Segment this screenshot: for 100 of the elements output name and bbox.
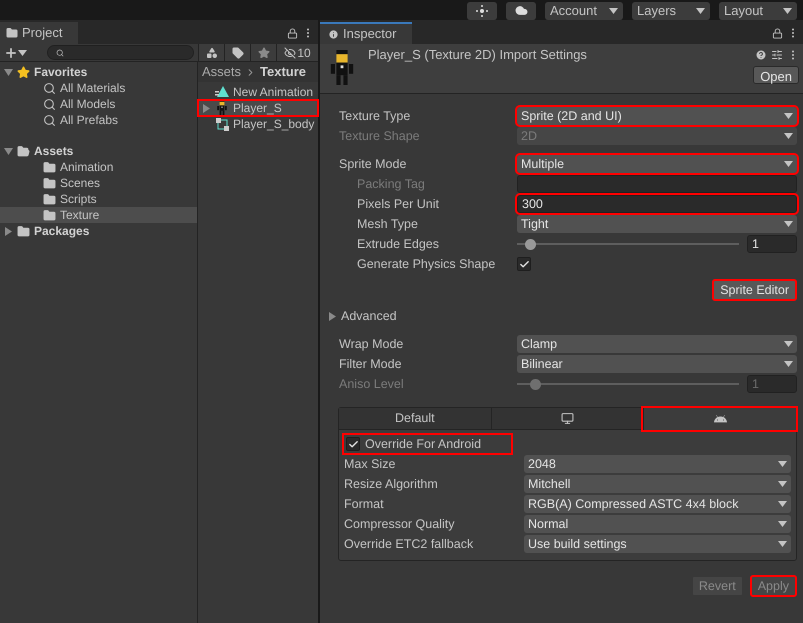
folder-icon (17, 144, 30, 158)
platform-tab[interactable] (490, 408, 644, 430)
tree-item[interactable]: Assets (0, 143, 197, 159)
monitor-icon (561, 412, 574, 425)
cloud-button[interactable] (506, 2, 536, 20)
open-button[interactable]: Open (753, 66, 799, 84)
dropdown[interactable]: Tight (517, 215, 797, 233)
asset-title: Player_S (Texture 2D) Import Settings (368, 46, 587, 64)
tree-item[interactable]: All Prefabs (0, 112, 197, 128)
field-label: Texture Shape (339, 128, 421, 145)
tree-item[interactable]: All Materials (0, 80, 197, 96)
dropdown[interactable]: Use build settings (524, 535, 791, 553)
search-icon (56, 48, 64, 56)
dropdown[interactable]: Normal (524, 515, 791, 533)
dropdown[interactable]: Clamp (517, 335, 797, 353)
caret-icon (784, 361, 793, 367)
dropdown[interactable]: Bilinear (517, 355, 797, 373)
field-label: Filter Mode (339, 356, 403, 373)
hidden-packages-button[interactable]: 10 (276, 44, 318, 61)
tree-item[interactable]: Texture (0, 207, 197, 223)
field-label: Wrap Mode (339, 336, 404, 353)
favorite-button[interactable] (250, 44, 276, 61)
help-icon[interactable] (755, 49, 767, 61)
folder-icon (6, 27, 18, 39)
tree-item[interactable]: Packages (0, 223, 197, 239)
toolbar-dropdown[interactable]: Layers (632, 2, 710, 20)
sprite-slice-icon (216, 118, 228, 130)
check-icon (348, 438, 358, 450)
asset-item[interactable]: Player_S_body (198, 116, 318, 132)
dropdown[interactable]: RGB(A) Compressed ASTC 4x4 block (524, 495, 791, 513)
asset-item[interactable]: Player_S (198, 100, 318, 116)
caret-icon (784, 133, 793, 139)
tree-item[interactable]: Scenes (0, 175, 197, 191)
field-label: Pixels Per Unit (357, 196, 440, 213)
toolbar-dropdown[interactable]: Account (545, 2, 623, 20)
folder-icon (43, 160, 56, 174)
breadcrumb-item[interactable]: Assets (202, 62, 242, 82)
field-label: Extrude Edges (357, 236, 440, 253)
tree-item[interactable]: Scripts (0, 191, 197, 207)
advanced-foldout[interactable]: Advanced (328, 306, 797, 326)
field-label: Override ETC2 fallback (344, 536, 474, 553)
platform-tab[interactable]: Default (339, 408, 491, 430)
create-button[interactable] (4, 46, 27, 60)
field-label: Texture Type (339, 108, 412, 125)
search-icon (43, 114, 56, 126)
tree-item[interactable]: Favorites (0, 64, 197, 80)
sprite-editor-button[interactable]: Sprite Editor (712, 279, 797, 301)
asset-item[interactable]: New Animation (198, 84, 318, 100)
expanded-arrow-icon[interactable] (4, 146, 13, 156)
lock-icon[interactable] (287, 28, 298, 38)
character-sprite-icon (216, 100, 228, 116)
tag-icon (232, 46, 244, 58)
search-icon (43, 82, 56, 94)
field-label: Aniso Level (339, 376, 405, 393)
filter-label-button[interactable] (224, 44, 250, 61)
dropdown[interactable]: Mitchell (524, 475, 791, 493)
tree-item[interactable]: All Models (0, 96, 197, 112)
sun-icon (476, 4, 488, 16)
search-field[interactable] (47, 45, 194, 60)
dropdown[interactable]: Sprite (2D and UI) (517, 107, 797, 125)
field-label: Mesh Type (357, 216, 419, 233)
panel-tab[interactable]: Project (0, 22, 78, 44)
collab-button[interactable] (467, 2, 497, 20)
caret-icon (778, 541, 787, 547)
tree-item[interactable]: Animation (0, 159, 197, 175)
character-sprite-icon (328, 50, 356, 86)
caret-icon (784, 161, 793, 167)
field-label: Resize Algorithm (344, 476, 439, 493)
plus-icon (4, 46, 18, 60)
number-field[interactable]: 1 (747, 235, 797, 253)
lock-icon[interactable] (772, 28, 783, 38)
toolbar-dropdown[interactable]: Layout (719, 2, 797, 20)
caret-icon (778, 501, 787, 507)
slider-thumb[interactable] (525, 238, 536, 250)
override-checkbox[interactable]: Override For Android (344, 434, 512, 454)
dropdown[interactable]: Multiple (517, 155, 797, 173)
input-field[interactable]: 300 (517, 195, 797, 213)
caret-icon (783, 8, 792, 14)
breadcrumb-item[interactable]: Texture (260, 62, 306, 82)
field-label: Generate Physics Shape (357, 256, 496, 273)
dropdown[interactable]: 2048 (524, 455, 791, 473)
folder-icon (43, 192, 56, 206)
folder-icon (43, 176, 56, 190)
caret-icon (778, 481, 787, 487)
expanded-arrow-icon[interactable] (4, 68, 13, 76)
cloud-icon (514, 4, 528, 17)
collapsed-arrow-icon[interactable] (328, 312, 337, 320)
collapsed-arrow-icon[interactable] (202, 104, 211, 112)
field-label: Sprite Mode (339, 156, 408, 173)
settings-icon[interactable] (771, 49, 783, 61)
platform-tab[interactable] (643, 408, 796, 430)
collapsed-arrow-icon[interactable] (4, 226, 13, 236)
filter-type-button[interactable] (198, 44, 224, 61)
field-label: Format (344, 496, 385, 513)
panel-tab[interactable]: Inspector (320, 22, 412, 44)
checkbox[interactable] (517, 257, 531, 271)
folder-icon (43, 208, 56, 222)
animation-clip-icon (215, 86, 229, 98)
field-label: Packing Tag (357, 176, 426, 193)
android-icon (714, 412, 727, 426)
